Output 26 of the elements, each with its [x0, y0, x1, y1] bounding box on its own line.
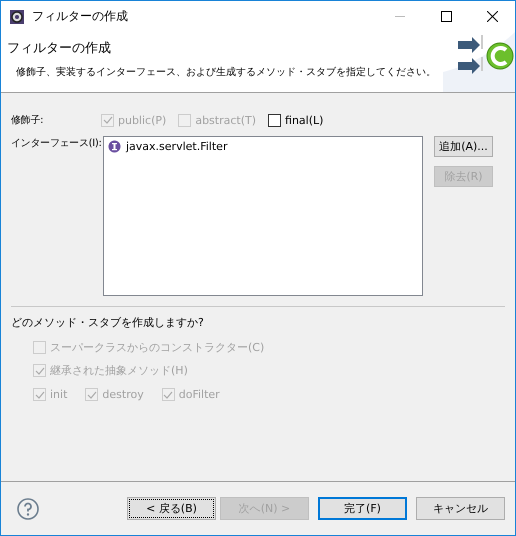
stubs-question: どのメソッド・スタブを作成しますか? — [11, 315, 204, 330]
minimize-icon — [395, 16, 405, 18]
close-icon — [486, 11, 498, 22]
banner-title: フィルターの作成 — [7, 40, 112, 57]
checkbox-label: init — [50, 388, 68, 401]
interface-name[interactable]: javax.servlet.Filter — [126, 140, 228, 153]
maximize-icon — [440, 11, 452, 22]
wizard-button[interactable]: < 戻る(B) — [127, 497, 216, 520]
modifiers-label: 修飾子: — [11, 114, 44, 127]
interface-list[interactable]: javax.servlet.Filter — [103, 136, 423, 296]
checkbox-label: final(L) — [285, 114, 324, 126]
interface-icon — [108, 140, 121, 153]
checkbox-label: public(P) — [118, 114, 166, 126]
checkbox-label: 継承された抽象メソッド(H) — [50, 363, 188, 378]
checkbox-label: doFilter — [178, 388, 220, 401]
wizard-button[interactable]: 完了(F) — [318, 497, 407, 520]
wizard-button[interactable]: キャンセル — [416, 497, 505, 520]
checkbox[interactable] — [268, 114, 282, 126]
banner-description: 修飾子、実装するインターフェース、および生成するメソッド・スタブを指定してください。 — [16, 66, 437, 79]
window-title: フィルターの作成 — [32, 8, 129, 25]
checkbox-label: abstract(T) — [195, 114, 256, 126]
checkbox-label: destroy — [102, 388, 144, 401]
help-icon[interactable] — [17, 498, 39, 520]
add-button[interactable]: 追加(A)... — [434, 136, 493, 157]
checkbox-label: スーパークラスからのコンストラクター(C) — [50, 340, 264, 355]
interfaces-label: インターフェース(I): — [11, 137, 101, 150]
